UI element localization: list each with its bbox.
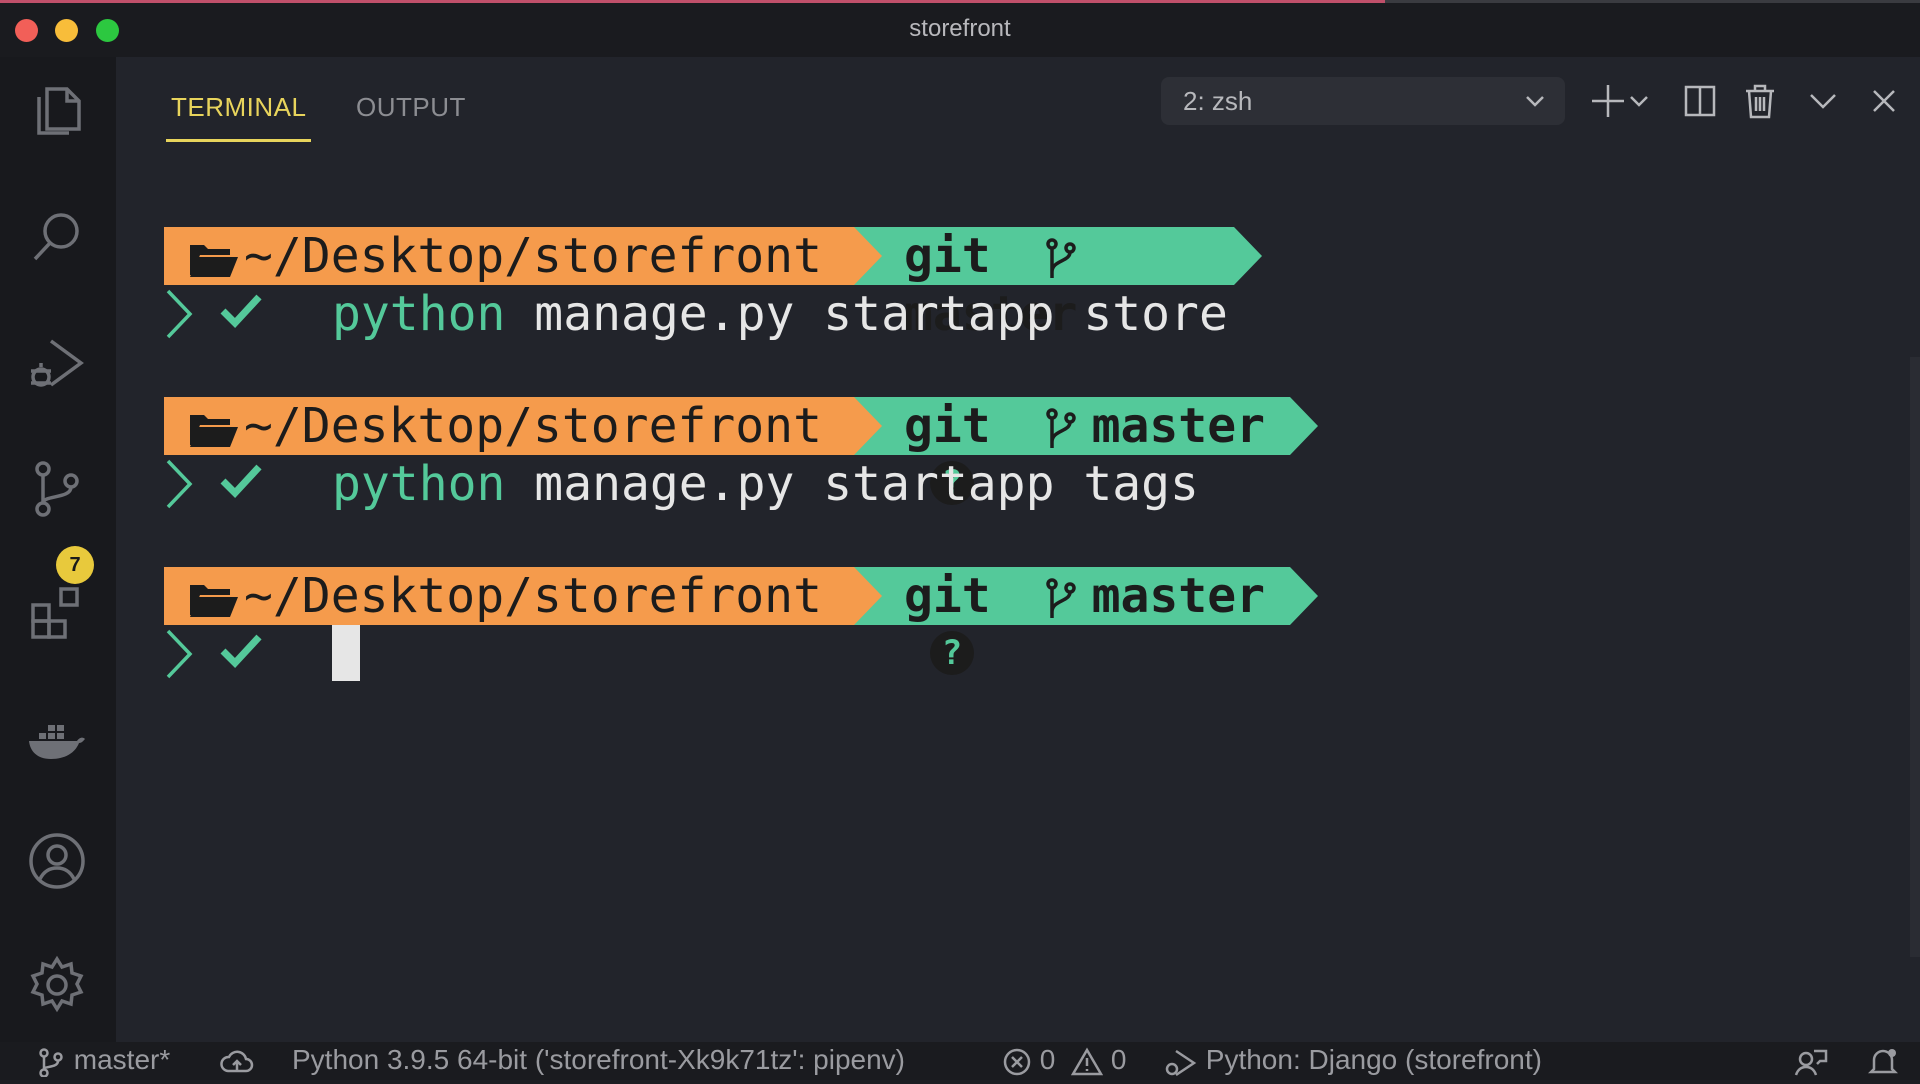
settings-gear-icon[interactable]	[25, 953, 89, 1017]
error-icon	[1003, 1048, 1031, 1075]
powerline-arrow	[1234, 227, 1262, 285]
terminal-select-value: 2: zsh	[1183, 86, 1253, 116]
kill-terminal-button[interactable]	[1738, 79, 1782, 123]
prompt-chevron-icon	[166, 629, 193, 679]
tab-terminal[interactable]: TERMINAL	[166, 85, 312, 142]
terminal-select-dropdown[interactable]: 2: zsh	[1161, 77, 1565, 125]
window-title: storefront	[909, 15, 1011, 42]
git-label: git	[904, 398, 991, 454]
accounts-icon[interactable]	[25, 829, 89, 893]
prompt-git-segment: git master	[884, 227, 1234, 342]
check-icon	[220, 294, 262, 329]
folder-open-icon	[190, 415, 238, 447]
prompt-path: ~/Desktop/storefront	[244, 398, 822, 454]
docker-icon[interactable]	[25, 707, 89, 771]
feedback-icon	[1794, 1049, 1828, 1076]
chevron-down-icon	[1810, 94, 1836, 109]
branch-icon	[1045, 238, 1076, 278]
prompt-path: ~/Desktop/storefront	[244, 568, 822, 624]
close-panel-button[interactable]	[1862, 79, 1906, 123]
untracked-question-icon: ?	[930, 631, 974, 675]
prompt-chevron-icon	[166, 289, 193, 339]
problems-indicator[interactable]: 0 0	[1002, 1036, 1127, 1084]
search-icon[interactable]	[25, 205, 89, 269]
powerline-arrow	[1290, 397, 1318, 455]
command-text: python manage.py startapp tags	[332, 456, 1199, 512]
title-bar: storefront	[0, 0, 1920, 57]
debug-config-label: Python: Django (storefront)	[1205, 1044, 1542, 1075]
split-terminal-button[interactable]	[1678, 79, 1722, 123]
prompt-path: ~/Desktop/storefront	[244, 228, 822, 284]
branch-icon	[39, 1047, 63, 1078]
terminal-panel: TERMINAL OUTPUT 2: zsh ~/Desktop/storefr…	[116, 57, 1920, 1042]
warning-icon	[1070, 1047, 1104, 1075]
source-control-badge: 7	[56, 546, 94, 584]
check-icon	[220, 464, 262, 499]
powerline-arrow	[854, 567, 884, 625]
run-debug-icon[interactable]	[25, 331, 89, 395]
sync-button[interactable]	[220, 1036, 254, 1084]
command-text: python manage.py startapp store	[332, 286, 1228, 342]
folder-open-icon	[190, 245, 238, 277]
git-branch: master	[1091, 568, 1265, 624]
check-icon	[220, 634, 262, 669]
terminal-profile-dropdown[interactable]	[1626, 79, 1652, 123]
explorer-icon[interactable]	[25, 77, 89, 141]
prompt-git-segment: git master?	[884, 397, 1290, 505]
source-control-icon[interactable]	[25, 457, 89, 521]
status-branch[interactable]: master*	[36, 1036, 170, 1084]
maximize-panel-button[interactable]	[1801, 79, 1845, 123]
notifications-button[interactable]	[1867, 1036, 1899, 1084]
debug-configuration[interactable]: Python: Django (storefront)	[1164, 1036, 1542, 1084]
prompt-path-segment: ~/Desktop/storefront	[164, 227, 854, 285]
prompt-path-segment: ~/Desktop/storefront	[164, 397, 854, 455]
prompt-path-segment: ~/Desktop/storefront	[164, 567, 854, 625]
feedback-button[interactable]	[1794, 1036, 1828, 1084]
close-icon	[1873, 90, 1895, 112]
branch-icon	[1045, 408, 1076, 448]
prompt-git-segment: git master?	[884, 567, 1290, 675]
terminal-scrollbar[interactable]	[1910, 357, 1920, 957]
extensions-icon[interactable]	[25, 581, 89, 645]
trash-icon	[1746, 84, 1774, 119]
git-label: git	[904, 568, 991, 624]
cloud-upload-icon	[220, 1050, 254, 1072]
git-branch: master	[1091, 398, 1265, 454]
split-icon	[1684, 85, 1716, 117]
folder-open-icon	[190, 585, 238, 617]
prompt-chevron-icon	[166, 459, 193, 509]
panel-tabs: TERMINAL OUTPUT 2: zsh	[116, 57, 1920, 147]
warning-count: 0	[1110, 1044, 1127, 1075]
status-branch-label: master*	[73, 1044, 171, 1075]
error-count: 0	[1039, 1044, 1056, 1075]
chevron-down-icon	[1526, 96, 1544, 107]
powerline-arrow	[1290, 567, 1318, 625]
git-label: git	[904, 228, 991, 284]
powerline-arrow	[854, 397, 884, 455]
tab-output[interactable]: OUTPUT	[356, 85, 466, 139]
python-interpreter[interactable]: Python 3.9.5 64-bit ('storefront-Xk9k71t…	[292, 1036, 905, 1084]
bell-icon	[1867, 1048, 1899, 1073]
chevron-down-icon	[1630, 96, 1648, 107]
title-accent-line	[0, 0, 1385, 3]
plus-icon	[1592, 85, 1624, 117]
activity-bar: 7	[0, 57, 116, 1042]
terminal-cursor	[332, 625, 360, 681]
run-debug-icon	[1165, 1049, 1197, 1076]
status-bar: master* Python 3.9.5 64-bit ('storefront…	[0, 1042, 1920, 1080]
branch-icon	[1045, 578, 1076, 618]
new-terminal-button[interactable]	[1586, 79, 1630, 123]
powerline-arrow	[854, 227, 884, 285]
